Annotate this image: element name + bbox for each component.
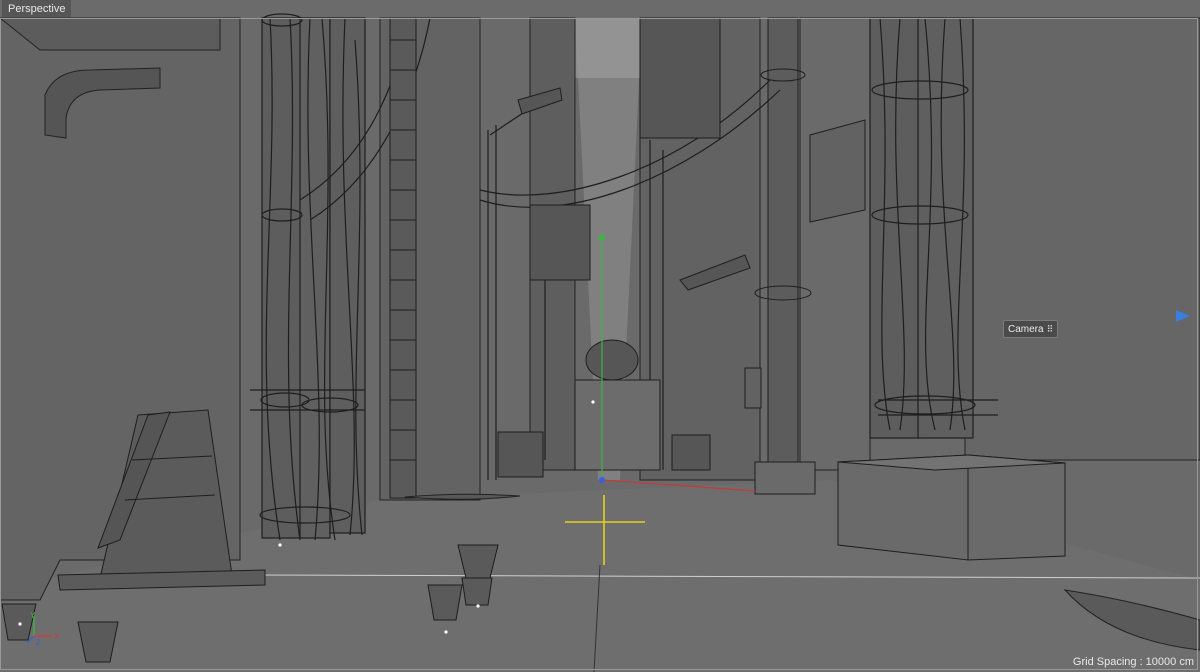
axis-x-label: X	[54, 632, 60, 641]
camera-label[interactable]: Camera ⠿	[1003, 320, 1059, 338]
axis-y-label: Y	[30, 611, 36, 620]
viewport-perspective[interactable]: Perspective Camera ⠿ Y X Z Grid Spacing :…	[0, 0, 1200, 672]
camera-label-text: Camera	[1008, 324, 1044, 335]
grid-spacing-label: Grid Spacing : 10000 cm	[1072, 656, 1194, 668]
axis-gizmo-icon: Y X Z	[26, 611, 60, 646]
viewport-title[interactable]: Perspective	[2, 0, 72, 18]
blue-arrow-marker-icon[interactable]	[1176, 310, 1190, 322]
axis-z-label: Z	[36, 638, 41, 646]
camera-dots-icon: ⠿	[1046, 324, 1054, 334]
